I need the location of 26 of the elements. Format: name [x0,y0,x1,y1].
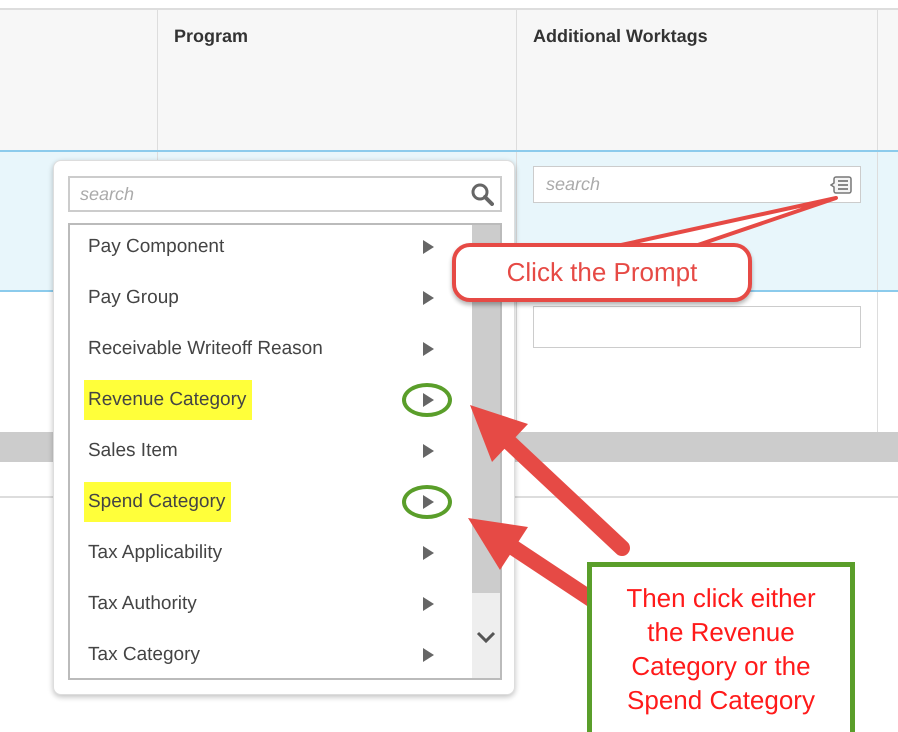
search-icon[interactable] [470,182,494,206]
expand-arrow-icon[interactable] [423,240,434,254]
expand-arrow-icon[interactable] [423,444,434,458]
note-box: Then click either the Revenue Category or the Spend Category [587,562,855,732]
list-item[interactable]: Spend Category [70,476,452,527]
list-item[interactable]: Pay Group [70,272,452,323]
list-item[interactable]: Revenue Category [70,374,452,425]
chevron-down-icon[interactable] [476,631,496,643]
expand-arrow-icon[interactable] [423,546,434,560]
expand-arrow-icon[interactable] [423,342,434,356]
list-item[interactable]: Tax Applicability [70,527,452,578]
callout: Click the Prompt [452,243,752,302]
expand-arrow-icon[interactable] [423,290,434,304]
list-item[interactable]: Receivable Writeoff Reason [70,323,452,374]
list-item[interactable]: Tax Authority [70,578,452,629]
column-header: Program [174,26,248,46]
expand-arrow-icon[interactable] [423,648,434,662]
list-icon[interactable] [830,174,852,194]
column-header: Additional Worktags [533,26,708,46]
list-item[interactable]: Sales Item [70,425,452,476]
list-item[interactable]: Pay Component [70,225,452,272]
expand-arrow-icon[interactable] [423,494,434,508]
expand-arrow-icon[interactable] [423,392,434,406]
expand-arrow-icon[interactable] [423,596,434,610]
list-item[interactable]: Tax Category [70,629,452,678]
input-field[interactable] [533,306,861,348]
